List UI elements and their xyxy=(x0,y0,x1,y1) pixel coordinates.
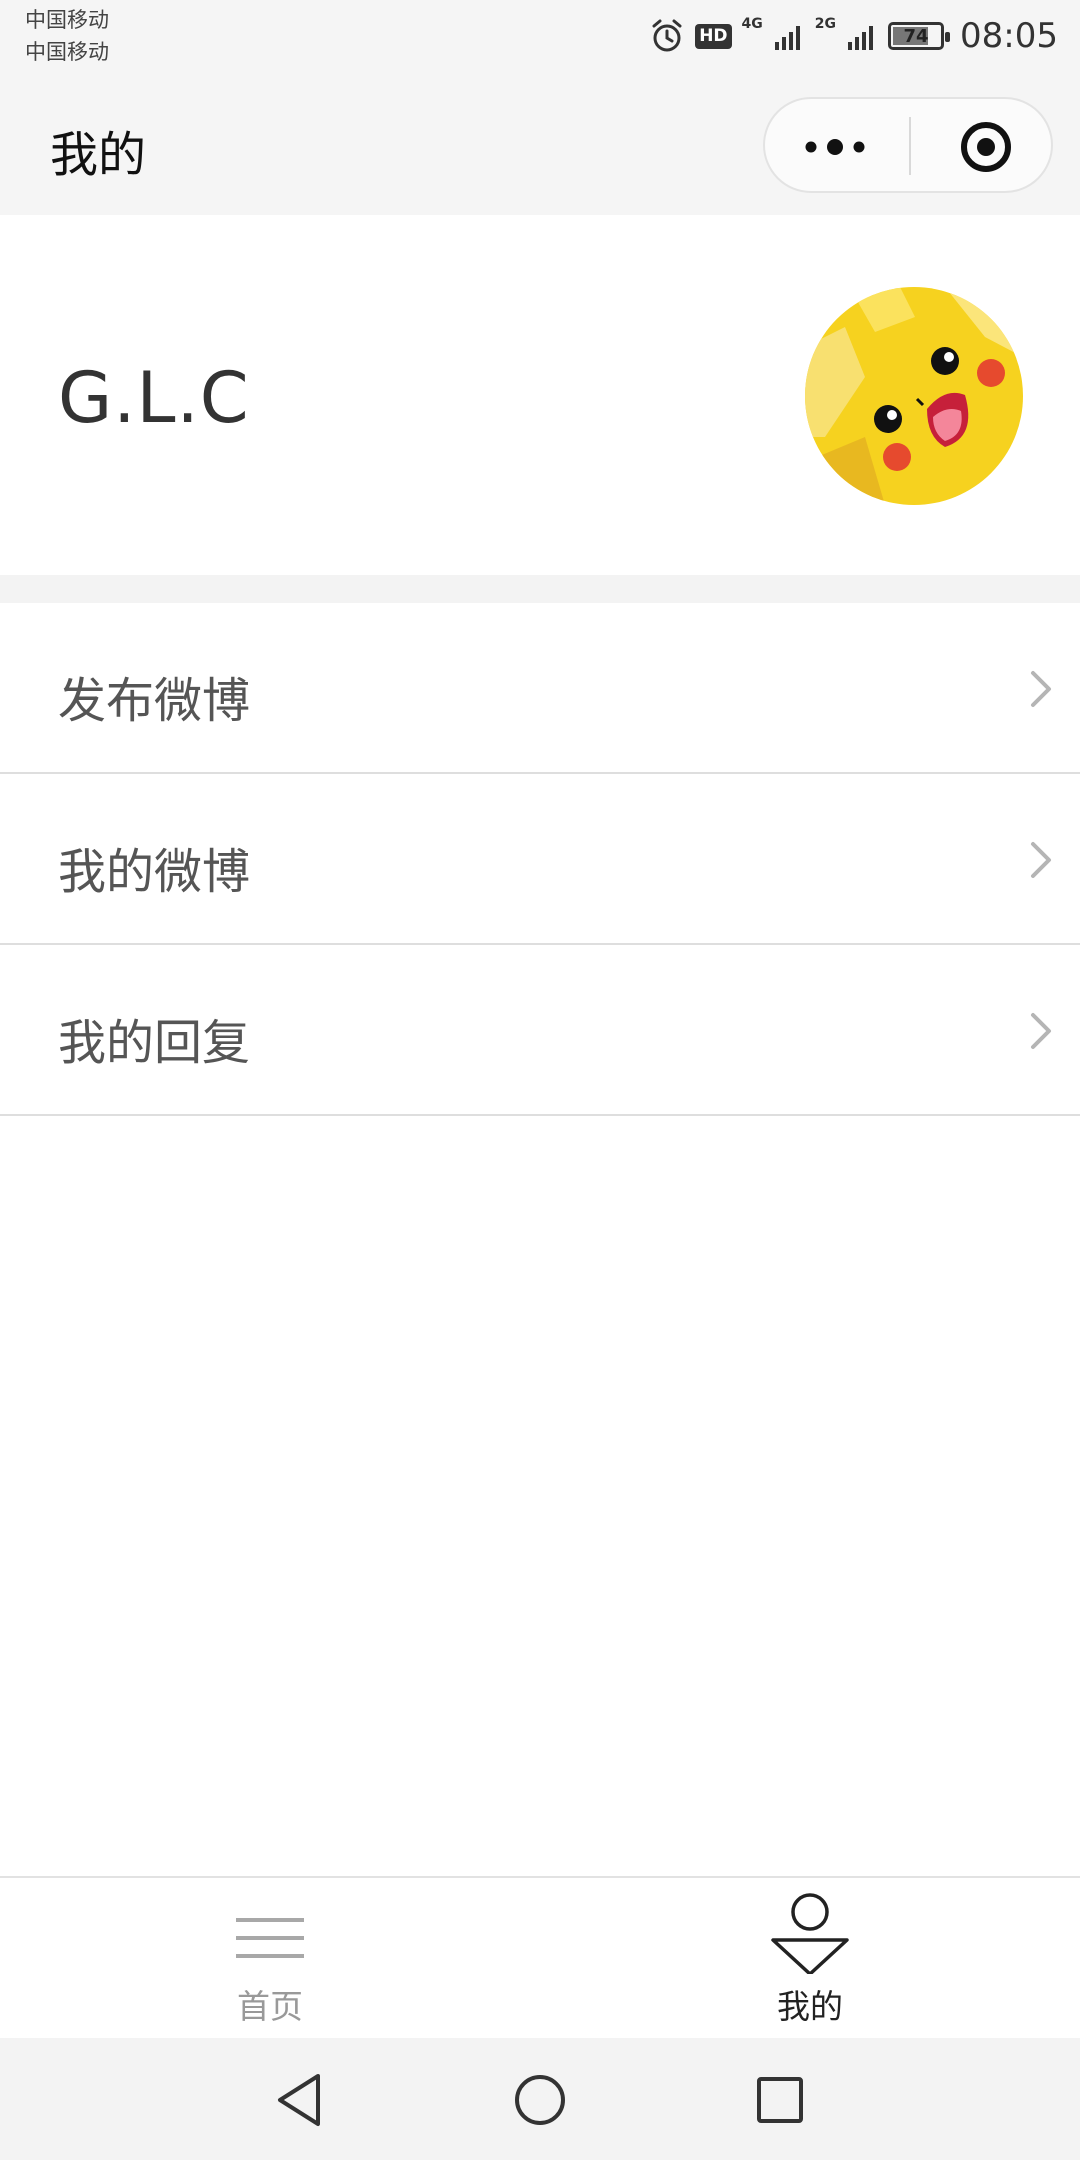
network-type-1: 4G xyxy=(741,16,763,32)
menu-item-label: 我的回复 xyxy=(58,1015,251,1071)
carrier-label-2: 中国移动 xyxy=(25,40,109,64)
menu-item-my-weibo[interactable]: 我的微博 xyxy=(0,774,1080,945)
pikachu-avatar-icon xyxy=(805,287,1023,505)
tab-label: 我的 xyxy=(777,1987,843,2026)
close-button[interactable] xyxy=(941,119,1031,175)
target-circle-icon xyxy=(961,122,1011,172)
battery-icon: 74 xyxy=(888,22,951,50)
alarm-icon xyxy=(652,19,682,52)
menu-item-label: 发布微博 xyxy=(58,673,251,729)
home-circle-icon[interactable] xyxy=(510,2070,570,2130)
signal-icon-2 xyxy=(848,26,874,50)
battery-level: 74 xyxy=(903,25,929,47)
status-icons: HD 4G 2G 74 08:05 xyxy=(649,12,1058,60)
nav-bar: 我的 xyxy=(0,75,1080,215)
chevron-right-icon xyxy=(1031,1013,1051,1049)
status-bar: 中国移动 中国移动 HD 4G 2G 74 08:05 xyxy=(0,0,1080,75)
chevron-right-icon xyxy=(1031,842,1051,878)
username: G.L.C xyxy=(58,357,250,439)
mini-program-capsule xyxy=(763,97,1053,193)
more-button[interactable] xyxy=(795,123,875,171)
back-triangle-icon[interactable] xyxy=(270,2070,330,2130)
hd-icon: HD xyxy=(695,23,732,49)
menu-list: 发布微博 我的微博 我的回复 xyxy=(0,603,1080,1116)
page-title: 我的 xyxy=(50,127,147,183)
profile-section: G.L.C xyxy=(0,215,1080,575)
status-time: 08:05 xyxy=(960,16,1058,56)
capsule-divider xyxy=(909,117,911,175)
hamburger-icon xyxy=(236,1918,304,1958)
user-icon xyxy=(771,1893,849,1974)
system-nav-bar xyxy=(0,2038,1080,2160)
signal-icon xyxy=(774,26,800,50)
network-type-2: 2G xyxy=(814,16,837,32)
chevron-right-icon xyxy=(1031,671,1051,707)
tab-home[interactable]: 首页 xyxy=(0,1878,540,2038)
tab-me[interactable]: 我的 xyxy=(540,1878,1080,2038)
menu-item-my-replies[interactable]: 我的回复 xyxy=(0,945,1080,1116)
recent-square-icon[interactable] xyxy=(750,2070,810,2130)
tab-bar: 首页 我的 xyxy=(0,1876,1080,2038)
tab-label: 首页 xyxy=(237,1987,303,2026)
menu-item-label: 我的微博 xyxy=(58,844,251,900)
avatar[interactable] xyxy=(805,287,1023,505)
section-divider xyxy=(0,575,1080,603)
menu-item-post-weibo[interactable]: 发布微博 xyxy=(0,603,1080,774)
carrier-label-1: 中国移动 xyxy=(25,8,109,32)
more-dots-icon xyxy=(805,139,865,155)
